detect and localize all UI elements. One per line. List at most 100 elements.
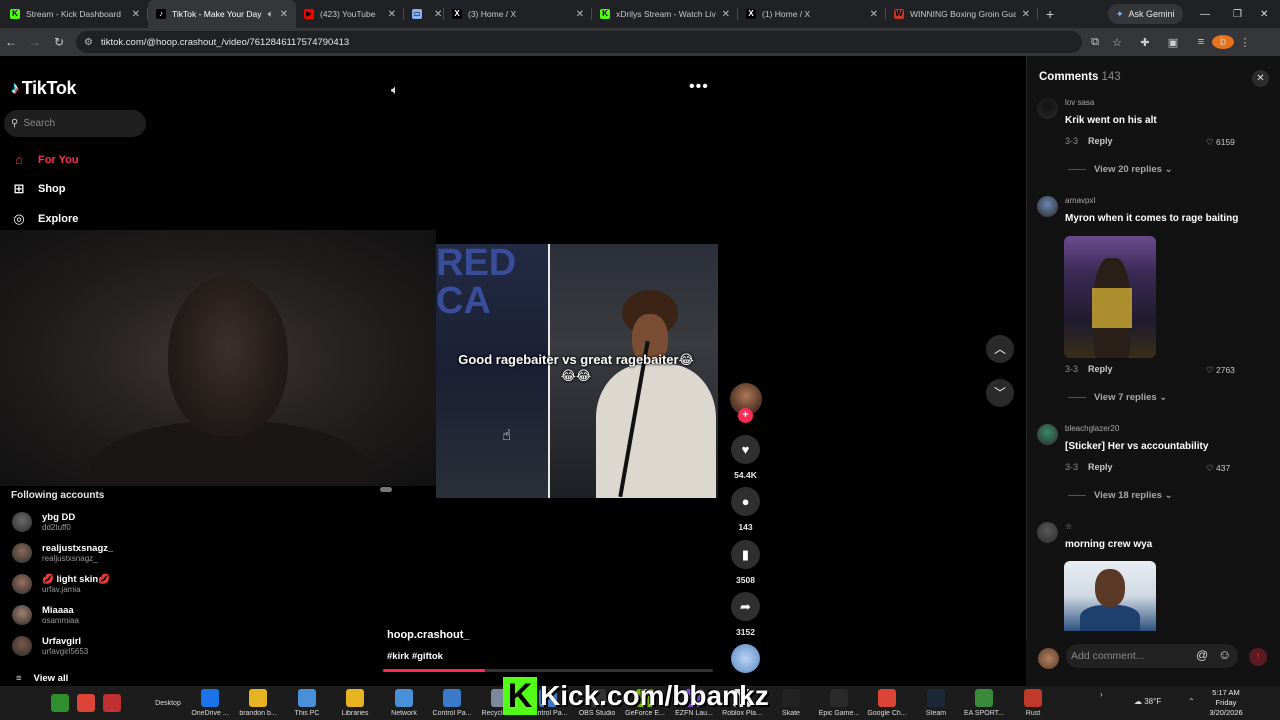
commenter-avatar[interactable] [1037, 196, 1058, 217]
weather-widget[interactable]: ☁ 38°F [1134, 697, 1161, 720]
video-timeline[interactable] [383, 669, 713, 672]
view-all-button[interactable]: ≡ View all [16, 673, 68, 684]
next-video-button[interactable]: ﹀ [986, 379, 1014, 407]
sidebar-icon[interactable]: ▣ [1162, 36, 1184, 49]
back-icon[interactable]: ← [0, 35, 22, 49]
tab-0[interactable]: K Stream - Kick Dashboard ✕ [2, 0, 148, 28]
like-button[interactable]: ♥ [731, 435, 760, 464]
taskbar-item[interactable]: Skate [765, 686, 817, 720]
bookmark-star-icon[interactable]: ☆ [1106, 36, 1128, 49]
following-account[interactable]: Urfavgirl urfavgirl5653 [12, 636, 88, 656]
extensions-icon[interactable]: ✚ [1134, 36, 1156, 49]
comment-image-basketball-player[interactable] [1064, 236, 1156, 358]
menu-kebab-icon[interactable]: ⋮ [1234, 36, 1256, 49]
tab-close-icon[interactable]: ✕ [280, 9, 288, 20]
tab-close-icon[interactable]: ✕ [870, 9, 878, 20]
follow-plus-button[interactable]: + [738, 408, 753, 423]
taskbar-item[interactable]: Control Pa... [426, 686, 478, 720]
profile-avatar[interactable]: b [1212, 35, 1234, 49]
tab-2[interactable]: ▶ (423) YouTube ✕ [296, 0, 404, 28]
maximize-button[interactable]: ❐ [1233, 0, 1242, 28]
comment-like-button[interactable]: ♡ 6159 [1206, 137, 1235, 148]
taskbar-item[interactable]: OneDrive ... [184, 686, 236, 720]
reply-button[interactable]: Reply [1088, 136, 1113, 146]
search-input[interactable]: ⚲ Search [4, 110, 146, 137]
comment-button[interactable]: ● [731, 487, 760, 516]
close-comments-button[interactable]: ✕ [1252, 70, 1269, 87]
tab-6[interactable]: X (1) Home / X ✕ [738, 0, 886, 28]
comment-like-button[interactable]: ♡ 437 [1206, 463, 1230, 474]
taskbar-item[interactable]: This PC [281, 686, 333, 720]
url-input[interactable]: ⚙ tiktok.com/@hoop.crashout_/video/76128… [76, 31, 1082, 53]
taskbar-item[interactable] [48, 686, 72, 720]
tab-close-icon[interactable]: ✕ [722, 9, 730, 20]
tab-close-icon[interactable]: ✕ [132, 9, 140, 20]
taskbar-item[interactable] [74, 686, 98, 720]
reply-button[interactable]: Reply [1088, 364, 1113, 374]
following-account[interactable]: ybg DD dd2tuff0 [12, 512, 75, 532]
taskbar-item[interactable] [100, 686, 124, 720]
taskbar-item[interactable]: Epic Game... [813, 686, 865, 720]
taskbar-item[interactable]: Google Ch... [861, 686, 913, 720]
commenter-username[interactable]: bleachglazer20 [1065, 424, 1119, 433]
video-author[interactable]: hoop.crashout_ [387, 629, 470, 641]
tab-audio-icon[interactable]: 🔈︎ [268, 9, 274, 20]
minimize-button[interactable]: — [1200, 0, 1210, 28]
nav-shop[interactable]: ⊞ Shop [11, 181, 66, 197]
tab-5[interactable]: KxDrilys Stream - Watch Live ✕ [592, 0, 738, 28]
send-comment-button[interactable]: ↑ [1249, 648, 1267, 666]
add-comment-input[interactable]: Add comment... [1066, 644, 1238, 668]
taskbar-item[interactable]: Steam [910, 686, 962, 720]
reload-icon[interactable]: ↻ [48, 35, 70, 49]
tab-close-icon[interactable]: ✕ [1022, 9, 1030, 20]
close-window-button[interactable]: ✕ [1260, 0, 1268, 28]
following-account[interactable]: realjustxsnagz_ realjustxsnagz_ [12, 543, 113, 563]
view-replies-button[interactable]: View 20 replies ⌄ [1068, 164, 1173, 175]
tray-chevron-icon[interactable]: ⌃ [1188, 697, 1195, 720]
tab-4[interactable]: X (3) Home / X ✕ [444, 0, 592, 28]
taskbar-item[interactable]: EA SPORT... [958, 686, 1010, 720]
tiktok-logo[interactable]: ♪ TikTok [11, 78, 77, 99]
commenter-username[interactable]: ☆ [1065, 522, 1072, 531]
commenter-username[interactable]: lov sasa [1065, 98, 1094, 107]
commenter-username[interactable]: arnavpxl [1065, 196, 1095, 205]
view-replies-button[interactable]: View 7 replies ⌄ [1068, 392, 1167, 403]
site-info-icon[interactable]: ⚙ [84, 37, 93, 48]
forward-icon[interactable]: → [24, 35, 46, 49]
video-player[interactable]: RED CA Good ragebaiter vs great ragebait… [436, 244, 718, 498]
following-account[interactable]: 💋 light skin💋 urfav.jamia [12, 574, 110, 594]
commenter-avatar[interactable] [1037, 98, 1058, 119]
following-account[interactable]: Miaaaa osammiaa [12, 605, 79, 625]
tab-search-icon[interactable]: ≡ [1190, 36, 1212, 48]
share-button[interactable]: ➦ [731, 592, 760, 621]
ask-gemini-button[interactable]: ✦ Ask Gemini [1108, 4, 1183, 24]
video-hashtags[interactable]: #kirk #giftok [387, 651, 443, 662]
taskbar-clock[interactable]: 5:17 AM Friday 3/20/2026 [1200, 686, 1252, 718]
previous-video-button[interactable]: ︿ [986, 335, 1014, 363]
tab-1[interactable]: ♪ TikTok - Make Your Day 🔈︎ ✕ [148, 0, 296, 28]
taskbar-item[interactable]: Libraries [329, 686, 381, 720]
tab-close-icon[interactable]: ✕ [434, 9, 442, 20]
tray-overflow-icon[interactable]: › [1100, 690, 1103, 720]
reply-button[interactable]: Reply [1088, 462, 1113, 472]
mention-icon[interactable]: @ [1196, 648, 1208, 662]
more-options-icon[interactable]: ••• [689, 78, 709, 96]
volume-icon[interactable]: 🔈︎ [391, 82, 399, 98]
commenter-avatar[interactable] [1037, 424, 1058, 445]
comment-like-button[interactable]: ♡ 2763 [1206, 365, 1235, 376]
tab-close-icon[interactable]: ✕ [576, 9, 584, 20]
view-replies-button[interactable]: View 18 replies ⌄ [1068, 490, 1173, 501]
save-button[interactable]: ▮ [731, 540, 760, 569]
taskbar-item[interactable]: Rust [1007, 686, 1059, 720]
commenter-avatar[interactable] [1037, 522, 1058, 543]
emoji-icon[interactable]: ☺ [1218, 647, 1231, 662]
taskbar-item[interactable]: brandon b... [232, 686, 284, 720]
video-scrub-handle[interactable] [380, 487, 392, 492]
nav-explore[interactable]: ◎ Explore [11, 211, 78, 227]
tab-3[interactable]: ▭ ✕ [404, 0, 444, 28]
music-disc[interactable] [731, 644, 760, 673]
cast-icon[interactable]: ⧉ [1084, 36, 1106, 49]
tab-7[interactable]: W WINNING Boxing Groin Gua ✕ [886, 0, 1038, 28]
tab-close-icon[interactable]: ✕ [388, 9, 396, 20]
comment-image-player-portrait[interactable] [1064, 561, 1156, 631]
